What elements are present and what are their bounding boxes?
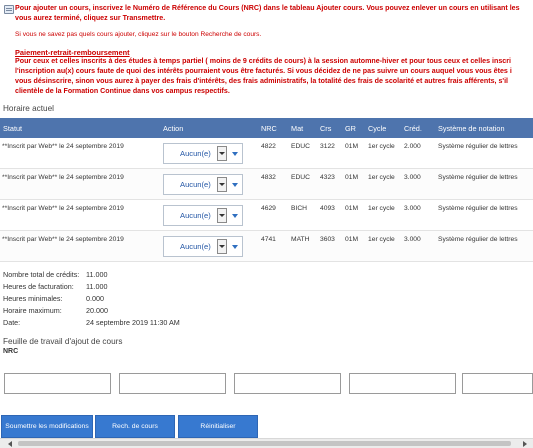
cell-nrc: 4832 bbox=[261, 174, 276, 181]
cell-gr: 01M bbox=[345, 143, 359, 150]
table-row: **Inscrit par Web** le 24 septembre 2019… bbox=[0, 138, 533, 169]
action-select[interactable]: Aucun(e) bbox=[163, 205, 243, 226]
action-select[interactable]: Aucun(e) bbox=[163, 174, 243, 195]
action-select[interactable]: Aucun(e) bbox=[163, 236, 243, 257]
cell-crs: 3603 bbox=[320, 236, 335, 243]
nrc-label: NRC bbox=[3, 348, 19, 355]
table-row: **Inscrit par Web** le 24 septembre 2019… bbox=[0, 200, 533, 231]
header-action: Action bbox=[163, 124, 184, 133]
cell-nrc: 4741 bbox=[261, 236, 276, 243]
cell-mat: BICH bbox=[291, 205, 307, 212]
cell-statut: **Inscrit par Web** le 24 septembre 2019 bbox=[2, 143, 124, 150]
cell-statut: **Inscrit par Web** le 24 septembre 2019 bbox=[2, 236, 124, 243]
cell-crs: 3122 bbox=[320, 143, 335, 150]
total-credits-value: 11.000 bbox=[86, 270, 108, 279]
arrow-left-icon[interactable] bbox=[8, 441, 12, 447]
notice-line-3: Si vous ne savez pas quels cours ajouter… bbox=[15, 31, 262, 38]
payment-line-2: l'inscription au(x) cours faute de quoi … bbox=[15, 67, 512, 75]
billing-hours-value: 11.000 bbox=[86, 282, 108, 291]
cell-cycle: 1er cycle bbox=[368, 143, 395, 150]
date-label: Date: bbox=[3, 318, 21, 327]
action-select[interactable]: Aucun(e) bbox=[163, 143, 243, 164]
cell-systeme: Système régulier de lettres bbox=[438, 236, 518, 243]
cell-systeme: Système régulier de lettres bbox=[438, 143, 518, 150]
action-select-value: Aucun(e) bbox=[180, 242, 211, 251]
nrc-field[interactable] bbox=[349, 373, 456, 394]
cell-mat: EDUC bbox=[291, 174, 310, 181]
header-statut: Statut bbox=[3, 124, 23, 133]
header-cycle: Cycle bbox=[368, 124, 387, 133]
cell-cycle: 1er cycle bbox=[368, 236, 395, 243]
chevron-down-icon[interactable] bbox=[217, 177, 227, 192]
cell-systeme: Système régulier de lettres bbox=[438, 174, 518, 181]
cell-cred: 3.000 bbox=[404, 205, 421, 212]
payment-line-3: vous désinscrire, sinon vous aurez à pay… bbox=[15, 77, 509, 85]
header-gr: GR bbox=[345, 124, 356, 133]
cell-mat: MATH bbox=[291, 236, 310, 243]
nrc-field[interactable] bbox=[4, 373, 111, 394]
chevron-down-icon[interactable] bbox=[229, 239, 242, 254]
table-row: **Inscrit par Web** le 24 septembre 2019… bbox=[0, 169, 533, 200]
max-schedule-label: Horaire maximum: bbox=[3, 306, 62, 315]
cell-gr: 01M bbox=[345, 236, 359, 243]
nrc-field[interactable] bbox=[462, 373, 533, 394]
scrollbar-thumb[interactable] bbox=[18, 441, 511, 446]
header-mat: Mat bbox=[291, 124, 304, 133]
table-row: **Inscrit par Web** le 24 septembre 2019… bbox=[0, 231, 533, 262]
notice-line-2: vous aurez terminé, cliquez sur Transmet… bbox=[15, 14, 166, 22]
submit-changes-button[interactable]: Soumettre les modifications bbox=[1, 415, 93, 438]
reset-button[interactable]: Réinitialiser bbox=[178, 415, 258, 438]
total-credits-label: Nombre total de crédits: bbox=[3, 270, 80, 279]
cell-crs: 4093 bbox=[320, 205, 335, 212]
cell-cycle: 1er cycle bbox=[368, 205, 395, 212]
notice-line-1: Pour ajouter un cours, inscrivez le Numé… bbox=[15, 4, 520, 12]
header-crs: Crs bbox=[320, 124, 332, 133]
payment-link[interactable]: Paiement-retrait-remboursement bbox=[15, 48, 130, 57]
cell-cred: 3.000 bbox=[404, 236, 421, 243]
header-nrc: NRC bbox=[261, 124, 277, 133]
schedule-title: Horaire actuel bbox=[3, 104, 54, 113]
cell-cycle: 1er cycle bbox=[368, 174, 395, 181]
header-cred: Créd. bbox=[404, 124, 422, 133]
chevron-down-icon[interactable] bbox=[217, 208, 227, 223]
cell-cred: 3.000 bbox=[404, 174, 421, 181]
action-select-value: Aucun(e) bbox=[180, 149, 211, 158]
payment-line-1: Pour ceux et celles inscrits à des étude… bbox=[15, 57, 511, 65]
info-icon bbox=[4, 5, 14, 14]
max-schedule-value: 20.000 bbox=[86, 306, 108, 315]
course-search-button[interactable]: Rech. de cours bbox=[95, 415, 175, 438]
chevron-down-icon[interactable] bbox=[229, 208, 242, 223]
min-hours-value: 0.000 bbox=[86, 294, 104, 303]
action-select-value: Aucun(e) bbox=[180, 211, 211, 220]
cell-gr: 01M bbox=[345, 205, 359, 212]
date-value: 24 septembre 2019 11:30 AM bbox=[86, 318, 180, 327]
chevron-down-icon[interactable] bbox=[229, 146, 242, 161]
cell-nrc: 4629 bbox=[261, 205, 276, 212]
cell-statut: **Inscrit par Web** le 24 septembre 2019 bbox=[2, 205, 124, 212]
cell-systeme: Système régulier de lettres bbox=[438, 205, 518, 212]
min-hours-label: Heures minimales: bbox=[3, 294, 63, 303]
header-systeme: Système de notation bbox=[438, 124, 505, 133]
worksheet-title: Feuille de travail d'ajout de cours bbox=[3, 337, 123, 346]
horizontal-scrollbar[interactable] bbox=[0, 438, 533, 448]
payment-line-4: clientèle de la Formation Continue dans … bbox=[15, 87, 230, 95]
cell-cred: 2.000 bbox=[404, 143, 421, 150]
cell-crs: 4323 bbox=[320, 174, 335, 181]
cell-statut: **Inscrit par Web** le 24 septembre 2019 bbox=[2, 174, 124, 181]
nrc-field[interactable] bbox=[234, 373, 341, 394]
billing-hours-label: Heures de facturation: bbox=[3, 282, 74, 291]
nrc-field[interactable] bbox=[119, 373, 226, 394]
chevron-down-icon[interactable] bbox=[229, 177, 242, 192]
cell-gr: 01M bbox=[345, 174, 359, 181]
arrow-right-icon[interactable] bbox=[523, 441, 527, 447]
chevron-down-icon[interactable] bbox=[217, 146, 227, 161]
cell-mat: EDUC bbox=[291, 143, 310, 150]
schedule-table-header: Statut Action NRC Mat Crs GR Cycle Créd.… bbox=[0, 118, 533, 138]
action-select-value: Aucun(e) bbox=[180, 180, 211, 189]
chevron-down-icon[interactable] bbox=[217, 239, 227, 254]
cell-nrc: 4822 bbox=[261, 143, 276, 150]
